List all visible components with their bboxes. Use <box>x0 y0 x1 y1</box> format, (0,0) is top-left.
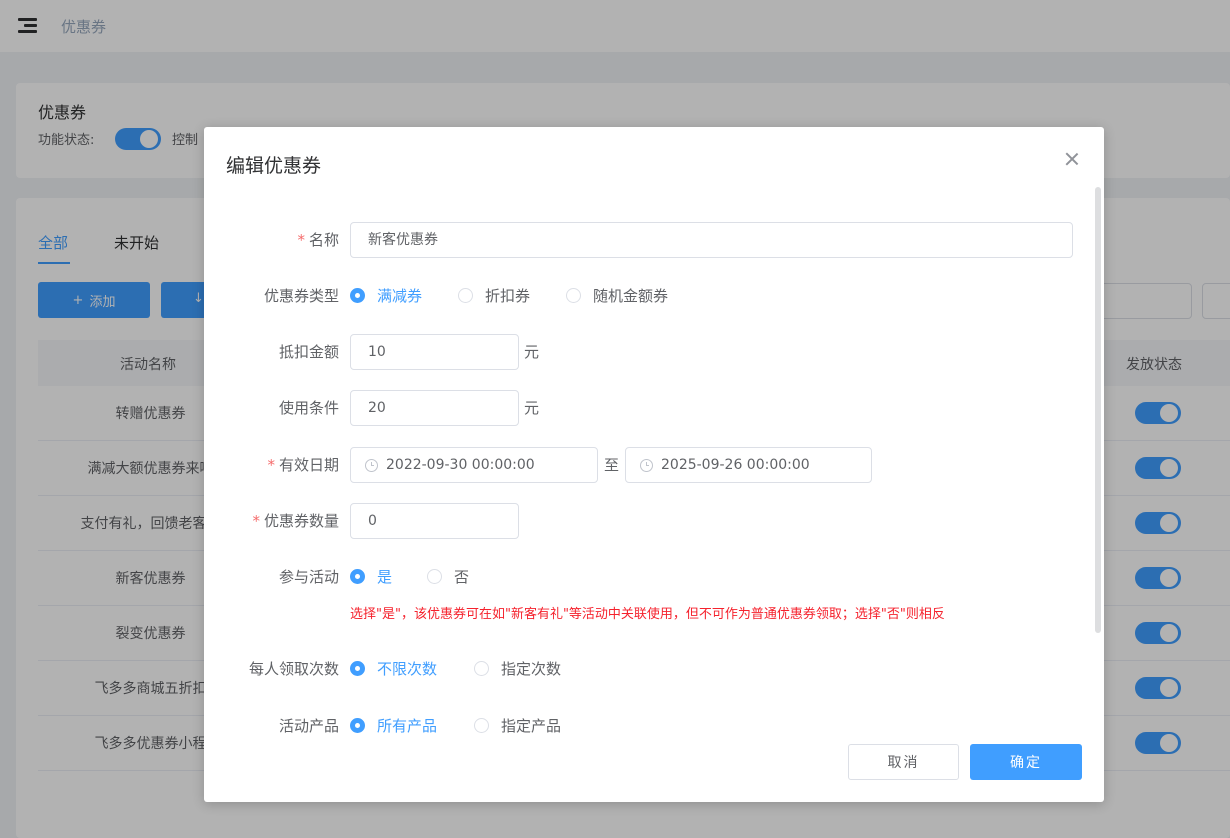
radio-claim-unlimited[interactable]: 不限次数 <box>350 658 437 679</box>
radio-dot <box>350 718 365 733</box>
dialog-title: 编辑优惠券 <box>226 155 322 177</box>
join-activity-label: 参与活动 <box>278 568 339 586</box>
radio-dot <box>350 288 365 303</box>
required-asterisk: * <box>267 456 275 474</box>
coupon-name-input[interactable]: 新客优惠券 <box>350 222 1073 258</box>
coupon-type-label: 优惠券类型 <box>263 287 339 305</box>
radio-dot <box>474 661 489 676</box>
radio-dot <box>350 661 365 676</box>
radio-dot <box>474 718 489 733</box>
radio-type-full-reduction[interactable]: 满减券 <box>350 285 422 306</box>
cancel-button[interactable]: 取消 <box>848 744 959 780</box>
discount-unit: 元 <box>524 343 540 361</box>
use-condition-input[interactable]: 20 <box>350 390 519 426</box>
radio-dot <box>566 288 581 303</box>
validity-label: * 有效日期 <box>267 456 339 474</box>
date-range-separator: 至 <box>604 456 620 474</box>
close-icon[interactable] <box>1064 151 1080 167</box>
radio-dot <box>458 288 473 303</box>
clock-icon <box>365 458 378 472</box>
radio-dot <box>350 569 365 584</box>
condition-unit: 元 <box>524 399 540 417</box>
start-date-picker[interactable]: 2022-09-30 00:00:00 <box>350 447 598 483</box>
dialog-scrollbar[interactable] <box>1095 187 1101 633</box>
discount-amount-input[interactable]: 10 <box>350 334 519 370</box>
required-asterisk: * <box>297 231 305 249</box>
required-asterisk: * <box>252 512 260 530</box>
claim-limit-label: 每人领取次数 <box>248 660 339 678</box>
coupon-quantity-input[interactable]: 0 <box>350 503 519 539</box>
confirm-button[interactable]: 确定 <box>970 744 1082 780</box>
use-condition-label: 使用条件 <box>278 399 339 417</box>
radio-join-no[interactable]: 否 <box>427 566 469 587</box>
end-date-value: 2025-09-26 00:00:00 <box>661 457 810 473</box>
discount-amount-label: 抵扣金额 <box>278 343 339 361</box>
clock-icon <box>640 458 653 472</box>
join-activity-hint: 选择"是"，该优惠券可在如"新客有礼"等活动中关联使用，但不可作为普通优惠券领取… <box>350 607 945 622</box>
edit-coupon-dialog: 编辑优惠券 * 名称 新客优惠券 优惠券类型 满减券 折扣券 随机金额券 抵扣金额… <box>204 127 1104 802</box>
quantity-label: * 优惠券数量 <box>252 512 339 530</box>
radio-dot <box>427 569 442 584</box>
start-date-value: 2022-09-30 00:00:00 <box>386 457 535 473</box>
radio-type-random-amount[interactable]: 随机金额券 <box>566 285 668 306</box>
activity-product-label: 活动产品 <box>278 717 339 735</box>
radio-claim-specified[interactable]: 指定次数 <box>474 658 561 679</box>
radio-product-all[interactable]: 所有产品 <box>350 715 437 736</box>
name-label: * 名称 <box>297 231 339 249</box>
radio-product-specified[interactable]: 指定产品 <box>474 715 561 736</box>
radio-join-yes[interactable]: 是 <box>350 566 392 587</box>
radio-type-discount[interactable]: 折扣券 <box>458 285 530 306</box>
end-date-picker[interactable]: 2025-09-26 00:00:00 <box>625 447 872 483</box>
